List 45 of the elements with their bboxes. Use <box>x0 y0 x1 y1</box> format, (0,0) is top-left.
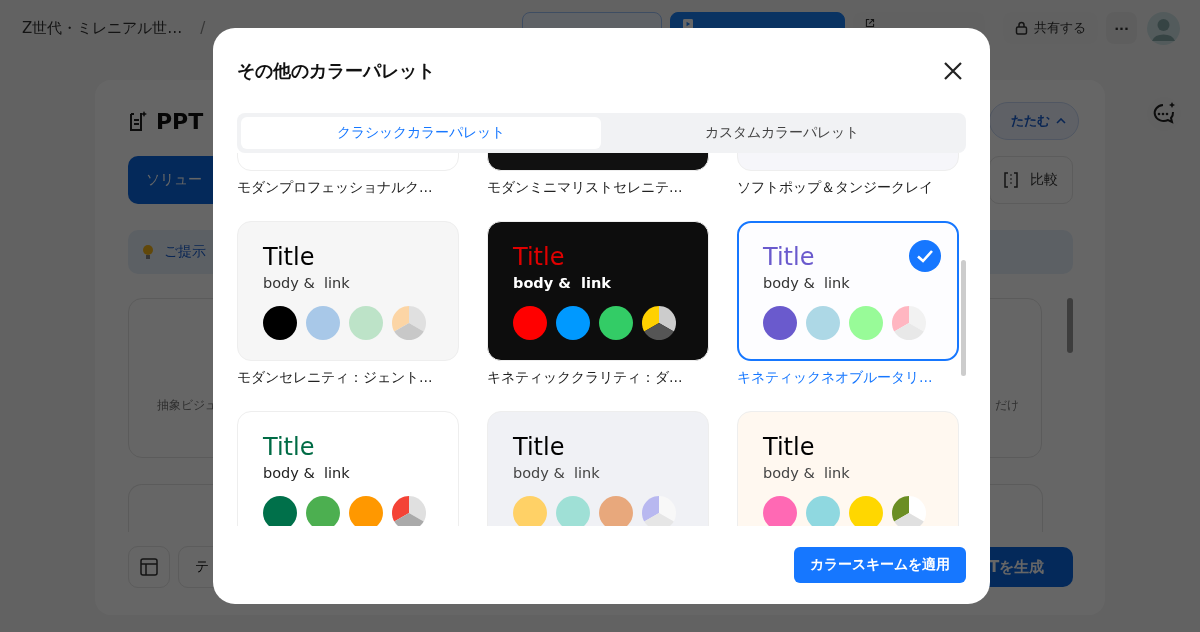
palette-body-text: body & link <box>263 464 350 483</box>
export-icon <box>865 18 876 28</box>
palette-body-text: body & link <box>763 464 850 483</box>
palette-name: モダンプロフェッショナルク… <box>237 179 434 197</box>
palette-name: ソフトポップ＆タンジークレイ <box>737 179 934 197</box>
palette-body-text: body & link <box>763 274 850 293</box>
panel-heading: PPT <box>156 108 204 134</box>
layout-button[interactable] <box>128 546 170 588</box>
tab[interactable]: クラシックカラーパレット <box>241 117 601 149</box>
palette-title: Title <box>763 432 815 462</box>
scrollbar[interactable] <box>961 260 966 376</box>
palette-body-text: body & link <box>513 274 611 293</box>
palette-title: Title <box>513 432 565 462</box>
compare-icon <box>1004 172 1018 188</box>
check-icon <box>909 240 941 272</box>
document-icon <box>128 110 148 132</box>
palette-card[interactable]: Title body & link <box>237 411 459 526</box>
palette-card[interactable]: Title body & link <box>487 411 709 526</box>
palette-title: Title <box>513 242 565 272</box>
palette-title: Title <box>263 432 315 462</box>
palette-card[interactable]: Title body & link <box>487 221 709 361</box>
palette-name: キネティックネオブルータリ… <box>737 369 934 387</box>
palette-name: モダンミニマリストセレニテ… <box>487 179 684 197</box>
document-title: Z世代・ミレニアル世… <box>22 18 183 38</box>
palette-card[interactable]: Title body & link <box>737 411 959 526</box>
lightbulb-icon <box>142 244 154 260</box>
palette-title: Title <box>263 242 315 272</box>
caret-icon <box>1056 118 1066 124</box>
breadcrumb-separator: / <box>200 19 206 37</box>
close-button[interactable] <box>942 59 964 82</box>
palette-name: キネティッククラリティ：ダ… <box>487 369 684 387</box>
layout-icon <box>140 558 158 576</box>
palette-body-text: body & link <box>263 274 350 293</box>
scrollbar[interactable] <box>1067 298 1073 353</box>
palette-title: Title <box>763 242 815 272</box>
tip-text: ご提示 <box>164 243 206 261</box>
palette-name: モダンセレニティ：ジェント… <box>237 369 434 387</box>
apply-button[interactable]: カラースキームを適用 <box>794 547 966 583</box>
avatar-icon[interactable] <box>1147 11 1180 45</box>
tab[interactable]: カスタムカラーパレット <box>602 117 962 149</box>
dialog-title: その他のカラーパレット <box>237 58 435 83</box>
palette-card[interactable]: Title body & link <box>737 221 959 361</box>
lock-icon <box>1015 21 1029 35</box>
palette-card[interactable]: Title body & link <box>237 221 459 361</box>
palette-body-text: body & link <box>513 464 600 483</box>
